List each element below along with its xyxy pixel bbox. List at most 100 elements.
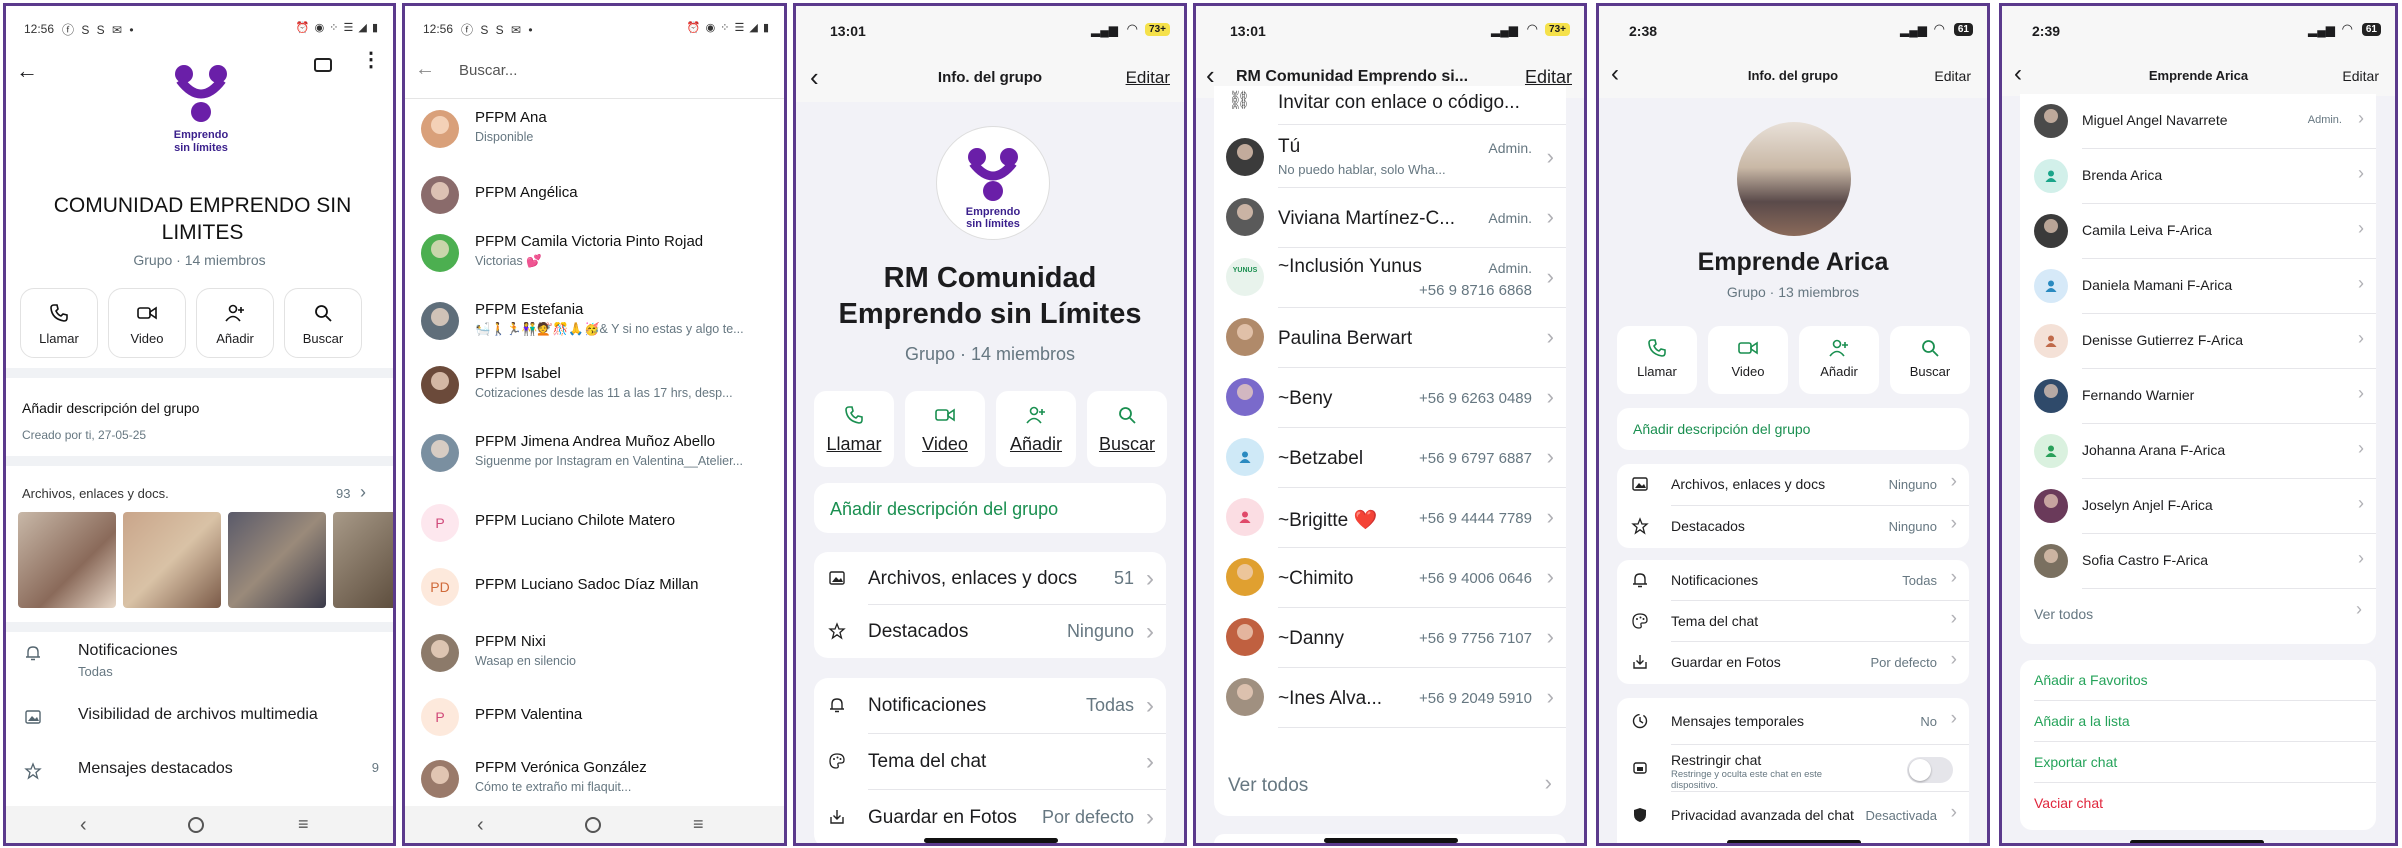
media-thumbnail[interactable] (18, 512, 116, 608)
restrict-toggle[interactable] (1907, 757, 1953, 783)
menu-item[interactable]: Visibilidad de archivos multimedia (6, 706, 393, 756)
member-row[interactable]: ~Betzabel +56 9 6797 6887 › (1214, 428, 1566, 488)
member-row[interactable]: Camila Leiva F-Arica › (2020, 204, 2376, 259)
llamar-button[interactable]: Llamar (20, 288, 98, 358)
back-arrow-icon[interactable]: ← (415, 58, 435, 81)
add-description-link[interactable]: Añadir descripción del grupo (830, 499, 1058, 520)
member-row[interactable]: Tú No puedo hablar, solo Wha... Admin. › (1214, 128, 1566, 188)
video-button[interactable]: Video (1708, 326, 1788, 394)
settings-row[interactable]: Notificaciones Todas › (814, 678, 1166, 734)
settings-row[interactable]: Tema del chat › (814, 734, 1166, 790)
member-meta: +56 9 6797 6887 (1418, 450, 1532, 467)
settings-row[interactable]: Restringir chat Restringe y oculta este c… (1617, 745, 1969, 792)
member-row[interactable]: ~Ines Alva... +56 9 2049 5910 › (1214, 668, 1566, 728)
settings-row[interactable]: Notificaciones Todas › (1617, 560, 1969, 601)
chat-action-row[interactable]: Añadir a Favoritos (2020, 660, 2376, 701)
edit-button[interactable]: Editar (1525, 67, 1572, 88)
add-description-link[interactable]: Añadir descripción del grupo (22, 400, 199, 416)
chevron-right-icon[interactable]: › (360, 482, 366, 503)
settings-row[interactable]: Archivos, enlaces y docs 51 › (814, 552, 1166, 605)
edit-button[interactable]: Editar (2342, 68, 2379, 84)
member-row[interactable]: Denisse Gutierrez F-Arica › (2020, 314, 2376, 369)
nav-back-icon[interactable]: ‹ (477, 814, 484, 837)
nav-back-icon[interactable]: ‹ (80, 814, 87, 837)
chevron-right-icon: › (1950, 567, 1957, 588)
settings-row[interactable]: Mensajes temporales No › (1617, 698, 1969, 745)
add-description-card[interactable]: Añadir descripción del grupo (1617, 408, 1969, 450)
menu-item[interactable]: Mensajes destacados 9 (6, 760, 393, 810)
member-row[interactable]: Fernando Warnier › (2020, 369, 2376, 424)
chat-action-row[interactable]: Exportar chat (2020, 742, 2376, 783)
group-avatar[interactable]: Emprendo sin límites (936, 126, 1050, 240)
settings-row[interactable]: Destacados Ninguno › (1617, 506, 1969, 548)
media-thumbnail[interactable] (123, 512, 221, 608)
add-description-card[interactable]: Añadir descripción del grupo (814, 483, 1166, 533)
contact-row[interactable]: P PFPM Valentina (405, 694, 784, 750)
buscar-button[interactable]: Buscar (1890, 326, 1970, 394)
chat-action-row[interactable]: Vaciar chat (2020, 783, 2376, 824)
settings-row[interactable]: Privacidad avanzada del chat Desactivada › (1617, 792, 1969, 839)
video-button[interactable]: Video (108, 288, 186, 358)
video-button[interactable]: Video (905, 391, 985, 467)
contact-row[interactable]: PFPM Verónica González Cómo te extraño mi… (405, 756, 784, 812)
group-avatar[interactable] (1737, 122, 1851, 236)
member-row[interactable]: ~Danny +56 9 7756 7107 › (1214, 608, 1566, 668)
member-row[interactable]: Paulina Berwart › (1214, 308, 1566, 368)
menu-sub: Todas (78, 664, 113, 679)
more-vert-icon[interactable]: ⋮ (361, 50, 381, 70)
see-all-link[interactable]: Ver todos (1228, 775, 1308, 797)
media-thumbnail[interactable] (228, 512, 326, 608)
invite-link-row[interactable]: Invitar con enlace o código... (1278, 92, 1520, 114)
search-input[interactable]: Buscar... (459, 62, 517, 79)
contact-row[interactable]: PFPM Estefania 🛀🚶🏃👫💇🎊🙏🥳& Y si no estas y … (405, 298, 784, 354)
label-icon[interactable] (314, 58, 332, 72)
member-row[interactable]: Viviana Martínez-C... Admin. › (1214, 188, 1566, 248)
settings-row[interactable]: Tema del chat › (1617, 601, 1969, 642)
member-row[interactable]: ~Beny +56 9 6263 0489 › (1214, 368, 1566, 428)
contact-row[interactable]: PFPM Angélica (405, 172, 784, 228)
aadir-button[interactable]: Añadir (1799, 326, 1879, 394)
action-label: Llamar (1637, 364, 1677, 379)
nav-recents-icon[interactable]: ≡ (298, 814, 309, 835)
home-indicator (2130, 840, 2264, 843)
aadir-button[interactable]: Añadir (196, 288, 274, 358)
edit-button[interactable]: Editar (1126, 68, 1170, 88)
add-description-link[interactable]: Añadir descripción del grupo (1633, 421, 1810, 437)
see-all-link[interactable]: Ver todos (2034, 606, 2093, 622)
contact-row[interactable]: PFPM Ana Disponible (405, 106, 784, 162)
llamar-button[interactable]: Llamar (1617, 326, 1697, 394)
member-row[interactable]: Daniela Mamani F-Arica › (2020, 259, 2376, 314)
nav-home-icon[interactable] (188, 817, 204, 833)
buscar-button[interactable]: Buscar (1087, 391, 1167, 467)
member-row[interactable]: Miguel Angel Navarrete Admin. › (2020, 94, 2376, 149)
settings-row[interactable]: Archivos, enlaces y docs Ninguno › (1617, 464, 1969, 506)
member-name: ~Ines Alva... (1278, 688, 1383, 709)
llamar-button[interactable]: Llamar (814, 391, 894, 467)
member-row[interactable]: Sofia Castro F-Arica › (2020, 534, 2376, 589)
member-row[interactable]: Brenda Arica › (2020, 149, 2376, 204)
member-row[interactable]: ~Brigitte ❤️ +56 9 4444 7789 › (1214, 488, 1566, 548)
contact-row[interactable]: P PFPM Luciano Chilote Matero (405, 500, 784, 556)
image-icon (828, 569, 846, 592)
settings-row[interactable]: Guardar en Fotos Por defecto › (1617, 642, 1969, 683)
member-row[interactable]: ~Chimito +56 9 4006 0646 › (1214, 548, 1566, 608)
edit-button[interactable]: Editar (1934, 68, 1971, 84)
back-arrow-icon[interactable]: ← (16, 58, 38, 84)
contact-row[interactable]: PFPM Jimena Andrea Muñoz Abello Siguenme … (405, 430, 784, 486)
contact-row[interactable]: PFPM Nixi Wasap en silencio (405, 630, 784, 686)
member-row[interactable]: YUNUS ~Inclusión Yunus Admin. +56 9 8716 68… (1214, 248, 1566, 308)
settings-row[interactable]: Destacados Ninguno › (814, 605, 1166, 658)
member-row[interactable]: Joselyn Anjel F-Arica › (2020, 479, 2376, 534)
contact-row[interactable]: PD PFPM Luciano Sadoc Díaz Millan (405, 564, 784, 620)
nav-home-icon[interactable] (585, 817, 601, 833)
buscar-button[interactable]: Buscar (284, 288, 362, 358)
media-section-title[interactable]: Archivos, enlaces y docs. (22, 486, 169, 501)
member-row[interactable]: Johanna Arana F-Arica › (2020, 424, 2376, 479)
aadir-button[interactable]: Añadir (996, 391, 1076, 467)
media-thumbnail[interactable] (333, 512, 393, 608)
contact-row[interactable]: PFPM Isabel Cotizaciones desde las 11 a l… (405, 362, 784, 418)
nav-recents-icon[interactable]: ≡ (693, 814, 704, 835)
chat-action-row[interactable]: Añadir a la lista (2020, 701, 2376, 742)
menu-item[interactable]: Notificaciones Todas (6, 642, 393, 692)
contact-row[interactable]: PFPM Camila Victoria Pinto Rojad Victoria… (405, 230, 784, 286)
